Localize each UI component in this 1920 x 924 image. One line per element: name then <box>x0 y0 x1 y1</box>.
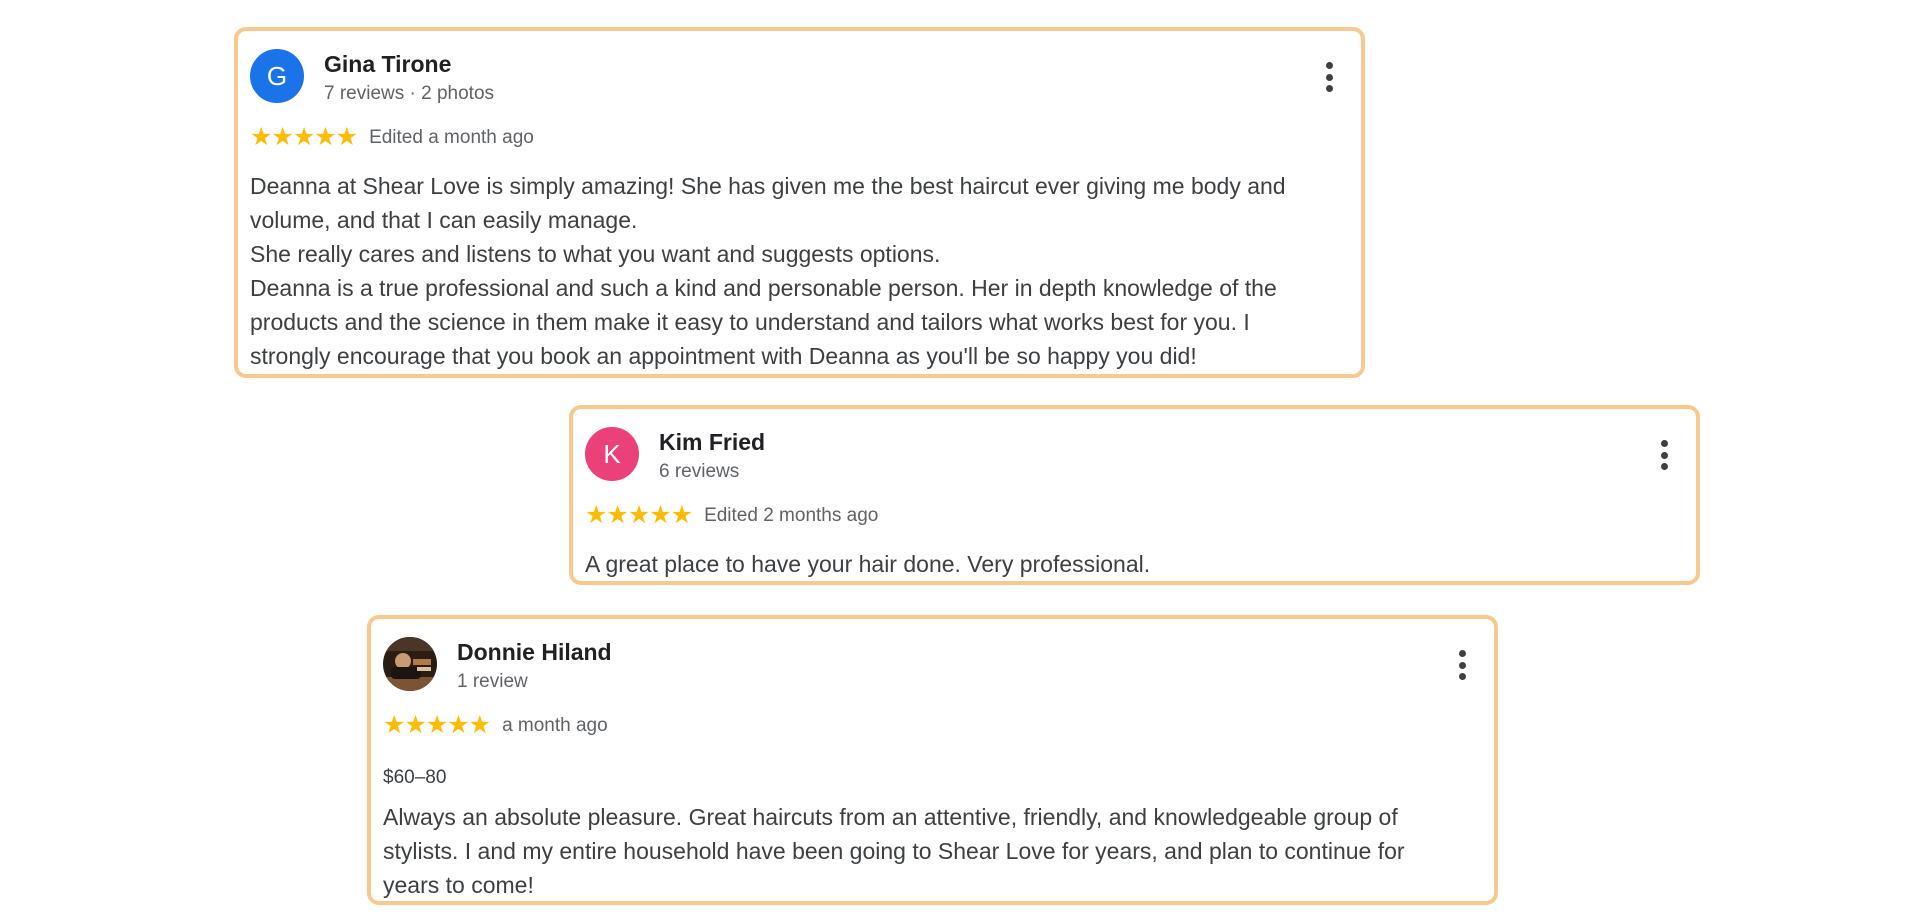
review-paragraph: A great place to have your hair done. Ve… <box>585 551 1151 577</box>
rating-row: ★★★★★ Edited 2 months ago <box>585 503 878 528</box>
star-rating-icon: ★★★★★ <box>250 123 358 151</box>
avatar[interactable] <box>383 637 437 691</box>
review-paragraph: Deanna at Shear Love is simply amazing! … <box>250 173 1286 233</box>
profile-photo-icon <box>383 637 437 691</box>
review-date: a month ago <box>502 714 608 736</box>
review-paragraph: Always an absolute pleasure. Great hairc… <box>383 804 1405 898</box>
avatar[interactable]: K <box>585 427 639 481</box>
review-card: Donnie Hiland 1 review ★★★★★ a month ago… <box>367 615 1498 905</box>
price-range: $60–80 <box>383 767 447 788</box>
avatar[interactable]: G <box>250 49 304 103</box>
review-paragraph: Deanna is a true professional and such a… <box>250 275 1277 369</box>
star-rating-icon: ★★★★★ <box>383 711 491 739</box>
more-options-icon[interactable] <box>1317 59 1341 95</box>
reviewer-name[interactable]: Kim Fried <box>659 429 765 456</box>
review-text: Deanna at Shear Love is simply amazing! … <box>250 169 1321 373</box>
rating-row: ★★★★★ a month ago <box>383 713 608 738</box>
more-options-icon[interactable] <box>1450 647 1474 683</box>
review-text: Always an absolute pleasure. Great hairc… <box>383 800 1454 902</box>
review-card: G Gina Tirone 7 reviews · 2 photos ★★★★★… <box>234 27 1365 378</box>
reviewer-name[interactable]: Gina Tirone <box>324 51 451 78</box>
star-rating-icon: ★★★★★ <box>585 501 693 529</box>
rating-row: ★★★★★ Edited a month ago <box>250 125 534 150</box>
review-date: Edited 2 months ago <box>704 504 879 526</box>
reviewer-meta: 6 reviews <box>659 461 740 482</box>
more-options-icon[interactable] <box>1652 437 1676 473</box>
review-card: K Kim Fried 6 reviews ★★★★★ Edited 2 mon… <box>569 405 1700 585</box>
review-text: A great place to have your hair done. Ve… <box>585 547 1656 581</box>
review-paragraph: She really cares and listens to what you… <box>250 241 941 267</box>
reviewer-meta: 1 review <box>457 671 528 692</box>
review-date: Edited a month ago <box>369 126 534 148</box>
reviewer-name[interactable]: Donnie Hiland <box>457 639 612 666</box>
reviewer-meta: 7 reviews · 2 photos <box>324 83 495 104</box>
